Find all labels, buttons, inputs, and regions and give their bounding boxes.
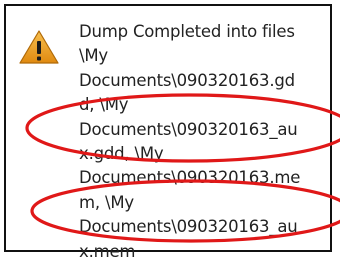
message-line: Documents\090320163.gd (79, 70, 295, 90)
dialog-message: Dump Completed into files \My Documents\… (79, 20, 329, 264)
message-dialog: Dump Completed into files \My Documents\… (4, 4, 332, 261)
message-line: Documents\090320163_au (79, 119, 298, 139)
message-line: x.gdd, \My (79, 144, 164, 164)
message-line: Documents\090320163.me (79, 168, 301, 188)
message-line: \My (79, 46, 108, 66)
message-line: x.mem (79, 241, 136, 261)
warning-icon (19, 30, 59, 64)
message-line: Dump Completed into files (79, 22, 295, 41)
message-line: m, \My (79, 192, 134, 212)
message-line: d, \My (79, 95, 129, 115)
message-line: Documents\090320163_au (79, 217, 298, 237)
